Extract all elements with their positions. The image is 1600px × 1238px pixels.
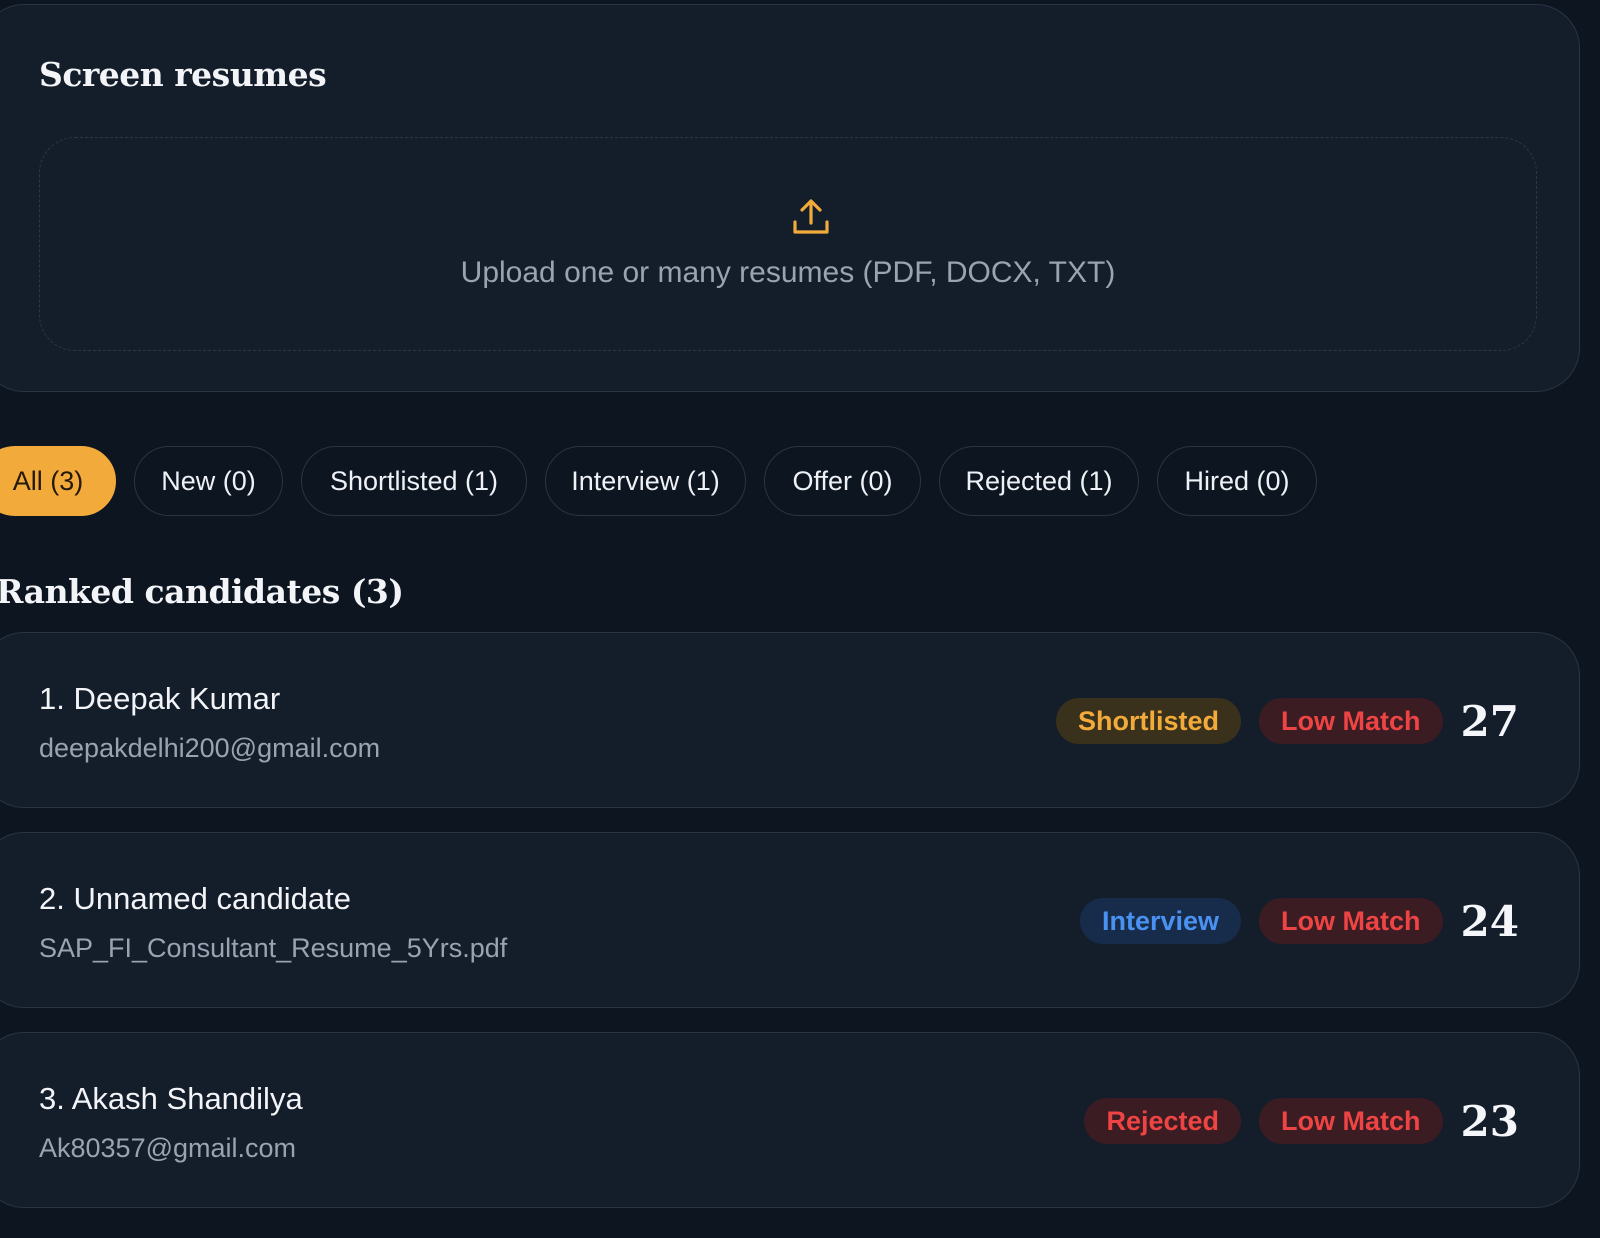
upload-icon [793, 199, 829, 234]
tab-shortlisted[interactable]: Shortlisted (1) [301, 446, 527, 516]
candidate-badges: Shortlisted Low Match 27 [1056, 633, 1519, 809]
candidate-card[interactable]: 3. Akash Shandilya Ak80357@gmail.com Rej… [0, 1032, 1580, 1208]
tab-all[interactable]: All (3) [0, 446, 116, 516]
candidate-card[interactable]: 1. Deepak Kumar deepakdelhi200@gmail.com… [0, 632, 1580, 808]
candidate-badges: Rejected Low Match 23 [1084, 1033, 1519, 1209]
candidate-name: 1. Deepak Kumar [39, 681, 281, 716]
resume-dropzone[interactable]: Upload one or many resumes (PDF, DOCX, T… [39, 137, 1537, 351]
ranked-candidates-title: Ranked candidates (3) [0, 572, 404, 611]
candidate-email: Ak80357@gmail.com [39, 1133, 297, 1163]
dropzone-instructions: Upload one or many resumes (PDF, DOCX, T… [460, 256, 1116, 289]
candidate-card[interactable]: 2. Unnamed candidate SAP_FI_Consultant_R… [0, 832, 1580, 1008]
status-badge: Interview [1080, 898, 1242, 944]
tab-hired[interactable]: Hired (0) [1157, 446, 1317, 516]
candidate-name: 3. Akash Shandilya [39, 1081, 303, 1116]
match-score: 23 [1460, 1096, 1519, 1146]
status-badge: Rejected [1084, 1098, 1242, 1144]
match-score: 27 [1460, 696, 1519, 746]
match-score: 24 [1460, 896, 1519, 946]
tab-new[interactable]: New (0) [134, 446, 283, 516]
candidate-badges: Interview Low Match 24 [1080, 833, 1519, 1009]
status-badge: Shortlisted [1056, 698, 1242, 744]
upload-card-title: Screen resumes [39, 55, 327, 94]
tab-rejected[interactable]: Rejected (1) [939, 446, 1139, 516]
candidate-filename: SAP_FI_Consultant_Resume_5Yrs.pdf [39, 933, 508, 963]
candidate-email: deepakdelhi200@gmail.com [39, 733, 381, 763]
match-badge: Low Match [1259, 898, 1443, 944]
resume-screening-page: Screen resumes Upload one or many resume… [0, 0, 1600, 1238]
tab-interview[interactable]: Interview (1) [545, 446, 746, 516]
candidate-name: 2. Unnamed candidate [39, 881, 351, 916]
upload-card: Screen resumes Upload one or many resume… [0, 4, 1580, 392]
match-badge: Low Match [1259, 1098, 1443, 1144]
tab-offer[interactable]: Offer (0) [764, 446, 921, 516]
match-badge: Low Match [1259, 698, 1443, 744]
